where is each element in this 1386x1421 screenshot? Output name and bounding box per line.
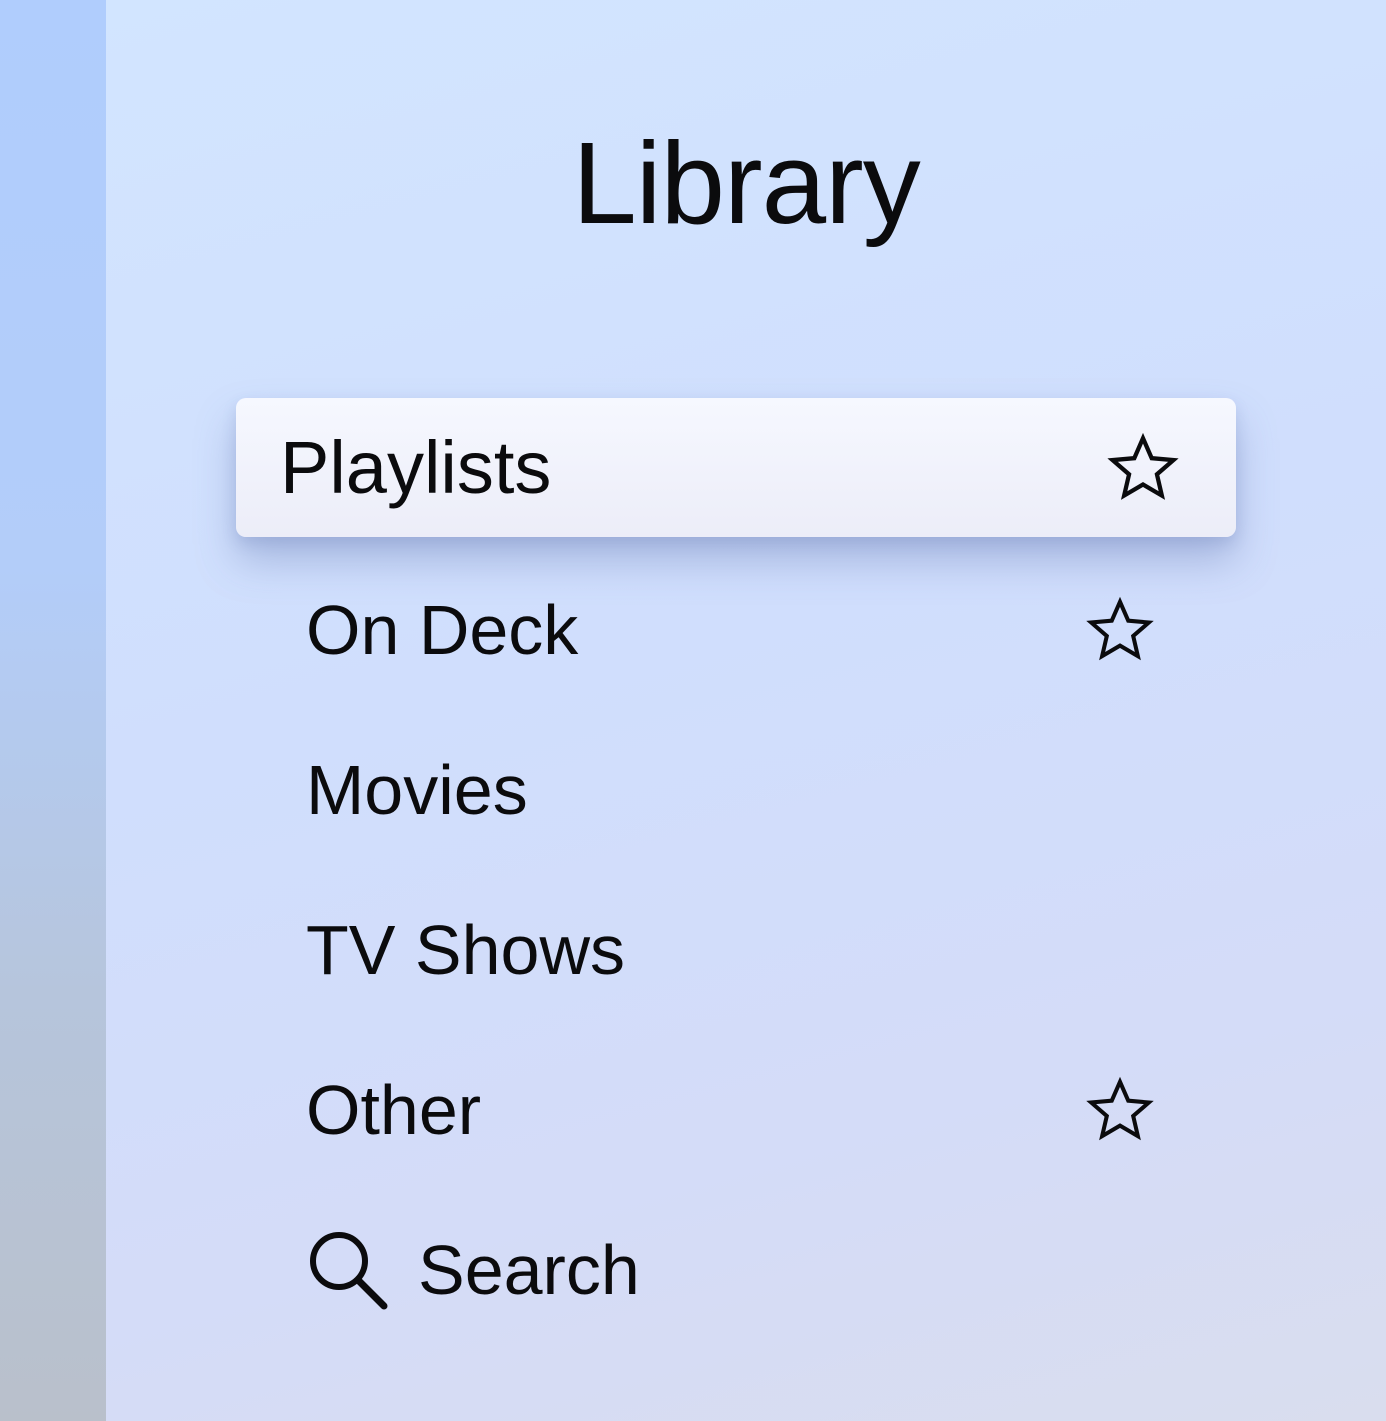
star-outline-icon[interactable] — [1084, 1074, 1156, 1146]
menu-item-label: TV Shows — [306, 911, 625, 989]
menu-item-playlists[interactable]: Playlists — [236, 398, 1236, 537]
search-icon — [310, 1232, 388, 1310]
menu-item-label: Other — [306, 1071, 482, 1149]
star-outline-icon[interactable] — [1105, 430, 1181, 506]
library-menu: Playlists On Deck Movies TV Shows Other — [106, 0, 1386, 1421]
menu-item-label: Movies — [306, 751, 528, 829]
menu-item-other[interactable]: Other — [306, 1048, 1156, 1172]
menu-item-label: Search — [418, 1231, 640, 1309]
menu-item-tv-shows[interactable]: TV Shows — [306, 888, 1156, 1012]
menu-item-search[interactable]: Search — [306, 1208, 1156, 1332]
star-outline-icon[interactable] — [1084, 594, 1156, 666]
menu-item-on-deck[interactable]: On Deck — [306, 568, 1156, 692]
side-strip — [0, 0, 106, 1421]
menu-item-movies[interactable]: Movies — [306, 728, 1156, 852]
menu-item-label: On Deck — [306, 591, 579, 669]
menu-item-label: Playlists — [280, 425, 552, 509]
library-panel: Library Playlists On Deck Movies TV Show… — [106, 0, 1386, 1421]
